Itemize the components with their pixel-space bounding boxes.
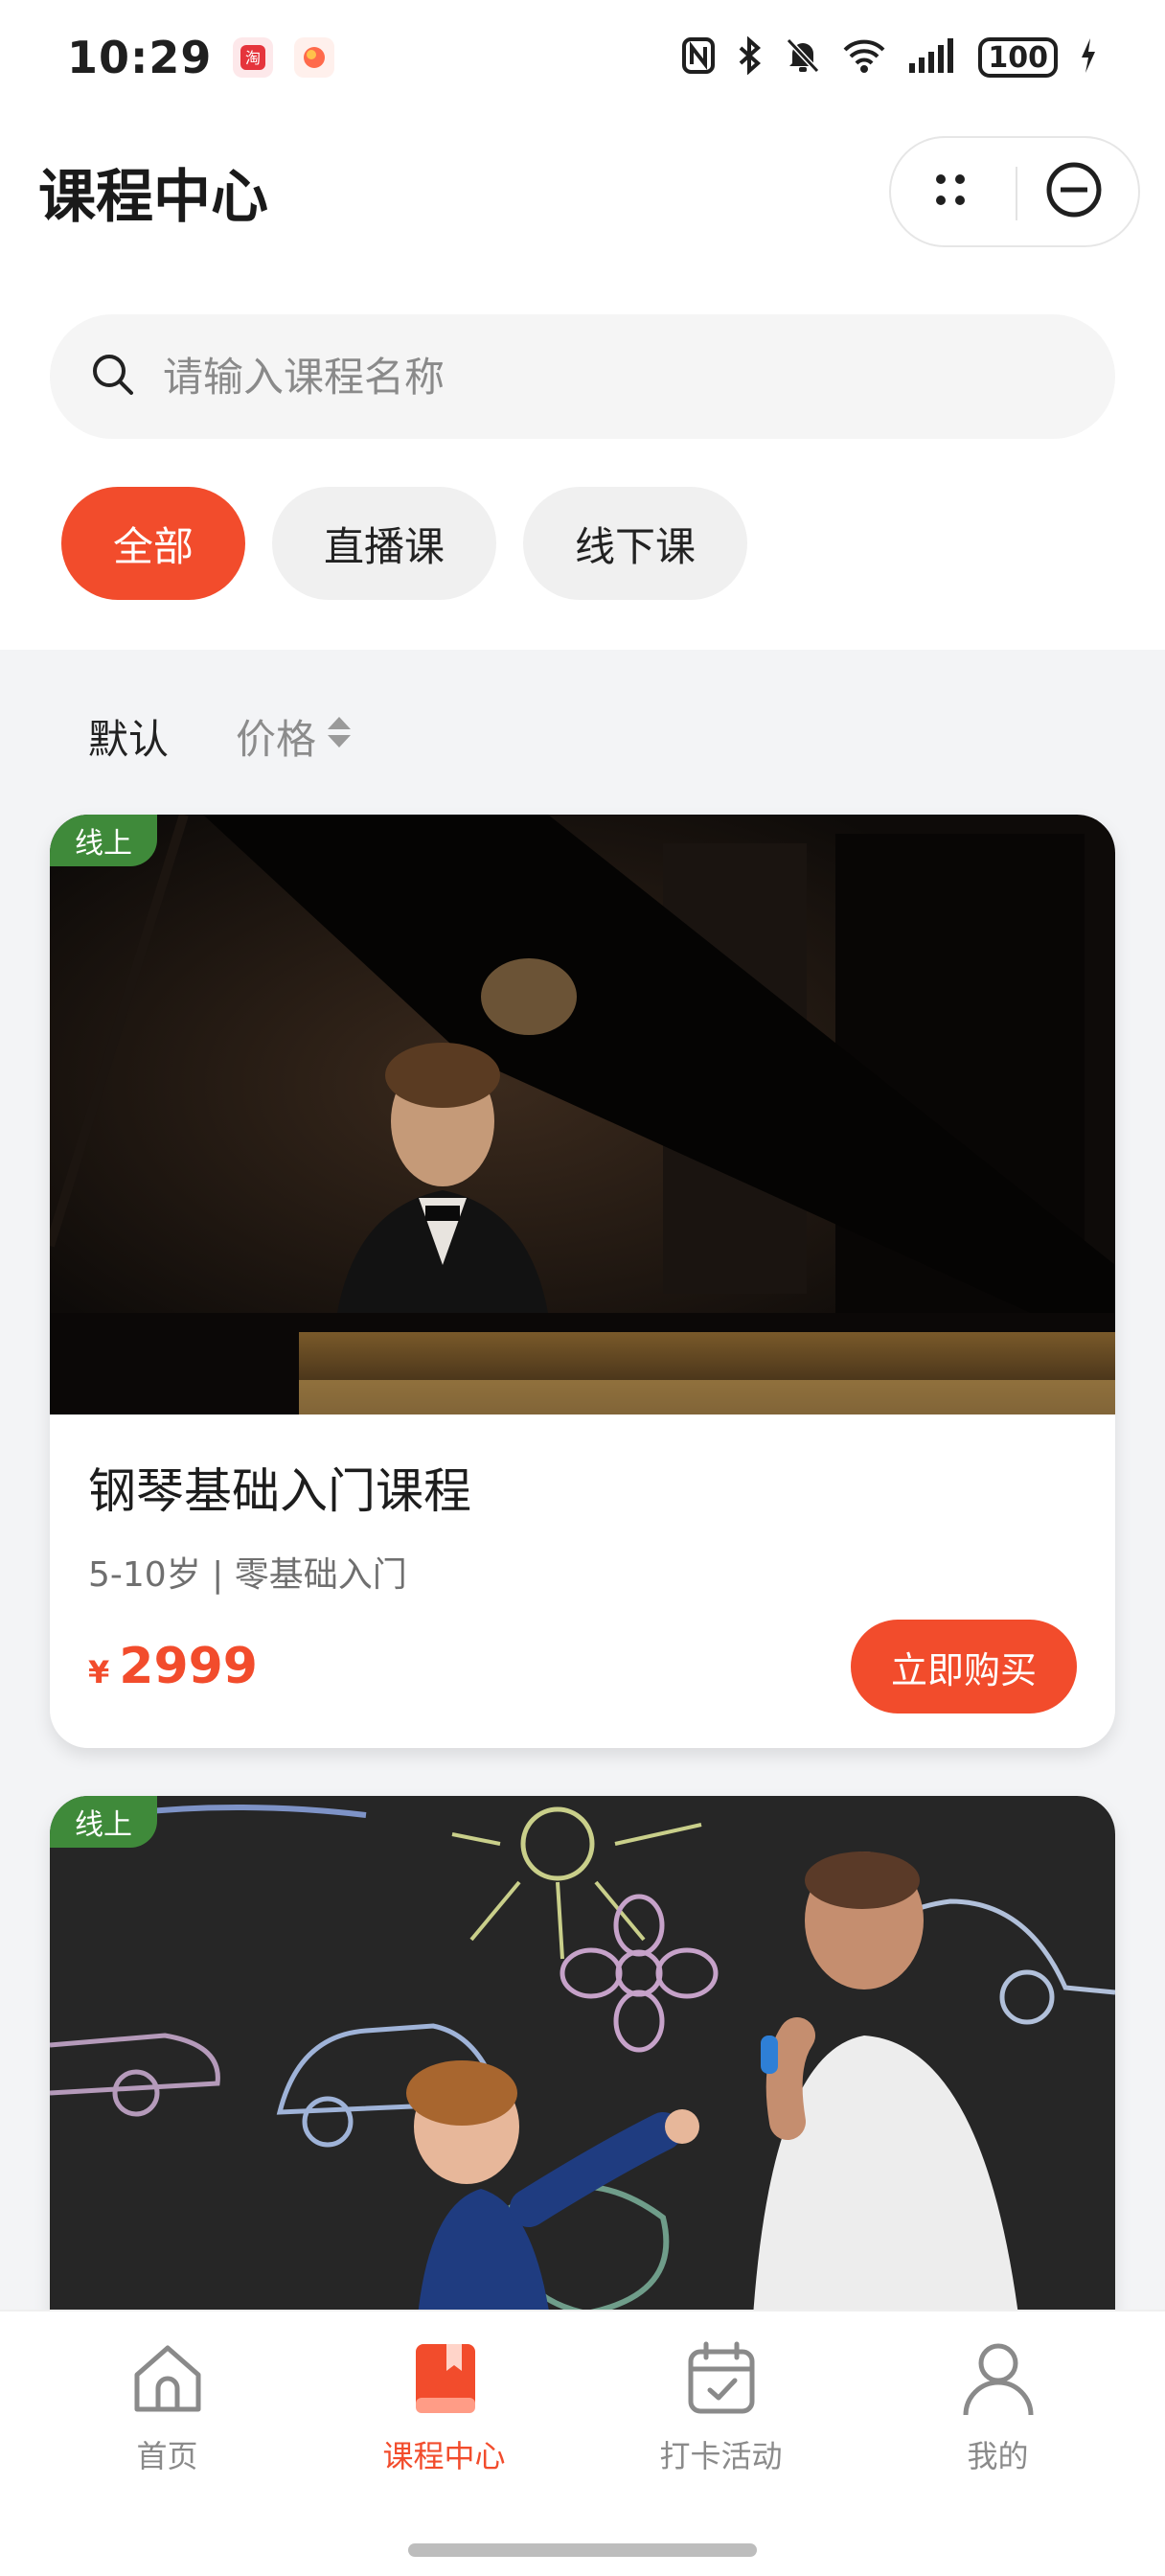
- price-row: ¥ 2999 立即购买: [88, 1620, 1077, 1714]
- capsule-divider: [1016, 167, 1017, 220]
- course-subtitle: 5-10岁 | 零基础入门: [88, 1555, 407, 1595]
- nav-label-home: 首页: [136, 2438, 198, 2474]
- tab-live[interactable]: 直播课: [272, 487, 497, 600]
- piano-player-photo: 线上: [50, 815, 1115, 1414]
- battery-indicator: 100: [978, 37, 1058, 78]
- close-mini-program-icon[interactable]: [1044, 160, 1104, 223]
- price-value: 2999: [119, 1638, 258, 1695]
- nav-course-center[interactable]: 课程中心: [339, 2338, 550, 2476]
- search-icon: [90, 352, 136, 402]
- sort-default[interactable]: 默认: [88, 707, 169, 766]
- status-left: 10:29 淘: [67, 32, 335, 83]
- online-tag: 线上: [50, 1796, 157, 1848]
- page-title: 课程中心: [38, 163, 268, 231]
- nav-checkin[interactable]: 打卡活动: [616, 2338, 827, 2476]
- status-right: 100: [681, 35, 1098, 79]
- nfc-icon: [681, 36, 716, 79]
- course-title: 钢琴基础入门课程: [88, 1463, 471, 1519]
- app-icon-orange: [294, 37, 335, 78]
- course-card[interactable]: 线上 钢琴基础入门课程 5-10岁 | 零基础入门 ¥ 2999 立即购买: [50, 815, 1115, 1748]
- currency-symbol: ¥: [88, 1654, 110, 1690]
- course-price: ¥ 2999: [88, 1638, 258, 1695]
- category-tabs: 全部 直播课 线下课: [61, 487, 748, 600]
- bluetooth-icon: [737, 35, 764, 79]
- mini-program-capsule: [889, 136, 1140, 247]
- chalkboard-drawing-photo: 线上: [50, 1796, 1115, 2310]
- online-tag: 线上: [50, 815, 157, 866]
- sort-price[interactable]: 价格: [236, 707, 354, 766]
- buy-now-button[interactable]: 立即购买: [851, 1620, 1077, 1714]
- course-list-area: 默认 价格 线上 钢琴基础入门课程 5-10岁 | 零基础入门 ¥ 2999 立…: [0, 650, 1165, 2310]
- search-bar[interactable]: [50, 314, 1115, 439]
- nav-label-checkin: 打卡活动: [659, 2438, 783, 2474]
- home-indicator[interactable]: [408, 2543, 757, 2557]
- sort-price-label: 价格: [236, 716, 317, 763]
- mute-icon: [785, 36, 821, 79]
- nav-label-mine: 我的: [967, 2438, 1029, 2474]
- bottom-nav: 首页 课程中心 打卡活动 我的: [0, 2310, 1165, 2576]
- taobao-app-icon: 淘: [233, 37, 274, 78]
- more-icon[interactable]: [926, 166, 974, 218]
- sort-bar: 默认 价格: [88, 707, 354, 766]
- status-time: 10:29: [67, 32, 213, 83]
- charging-icon: [1079, 36, 1098, 79]
- book-icon: [404, 2338, 485, 2423]
- signal-icon: [907, 36, 957, 79]
- user-icon: [958, 2338, 1039, 2423]
- header: 课程中心: [0, 125, 1165, 259]
- tab-offline[interactable]: 线下课: [523, 487, 748, 600]
- course-card[interactable]: 线上: [50, 1796, 1115, 2310]
- nav-home[interactable]: 首页: [62, 2338, 273, 2476]
- home-icon: [127, 2338, 208, 2423]
- card-body: 钢琴基础入门课程 5-10岁 | 零基础入门 ¥ 2999 立即购买: [50, 1414, 1115, 1748]
- sort-arrows-icon: [324, 711, 354, 763]
- search-input[interactable]: [163, 353, 1025, 401]
- tab-all[interactable]: 全部: [61, 487, 246, 600]
- calendar-check-icon: [681, 2338, 762, 2423]
- svg-text:淘: 淘: [245, 49, 261, 67]
- wifi-icon: [842, 36, 886, 79]
- nav-label-course-center: 课程中心: [382, 2438, 506, 2474]
- nav-mine[interactable]: 我的: [893, 2338, 1104, 2476]
- status-bar: 10:29 淘 100: [0, 0, 1165, 115]
